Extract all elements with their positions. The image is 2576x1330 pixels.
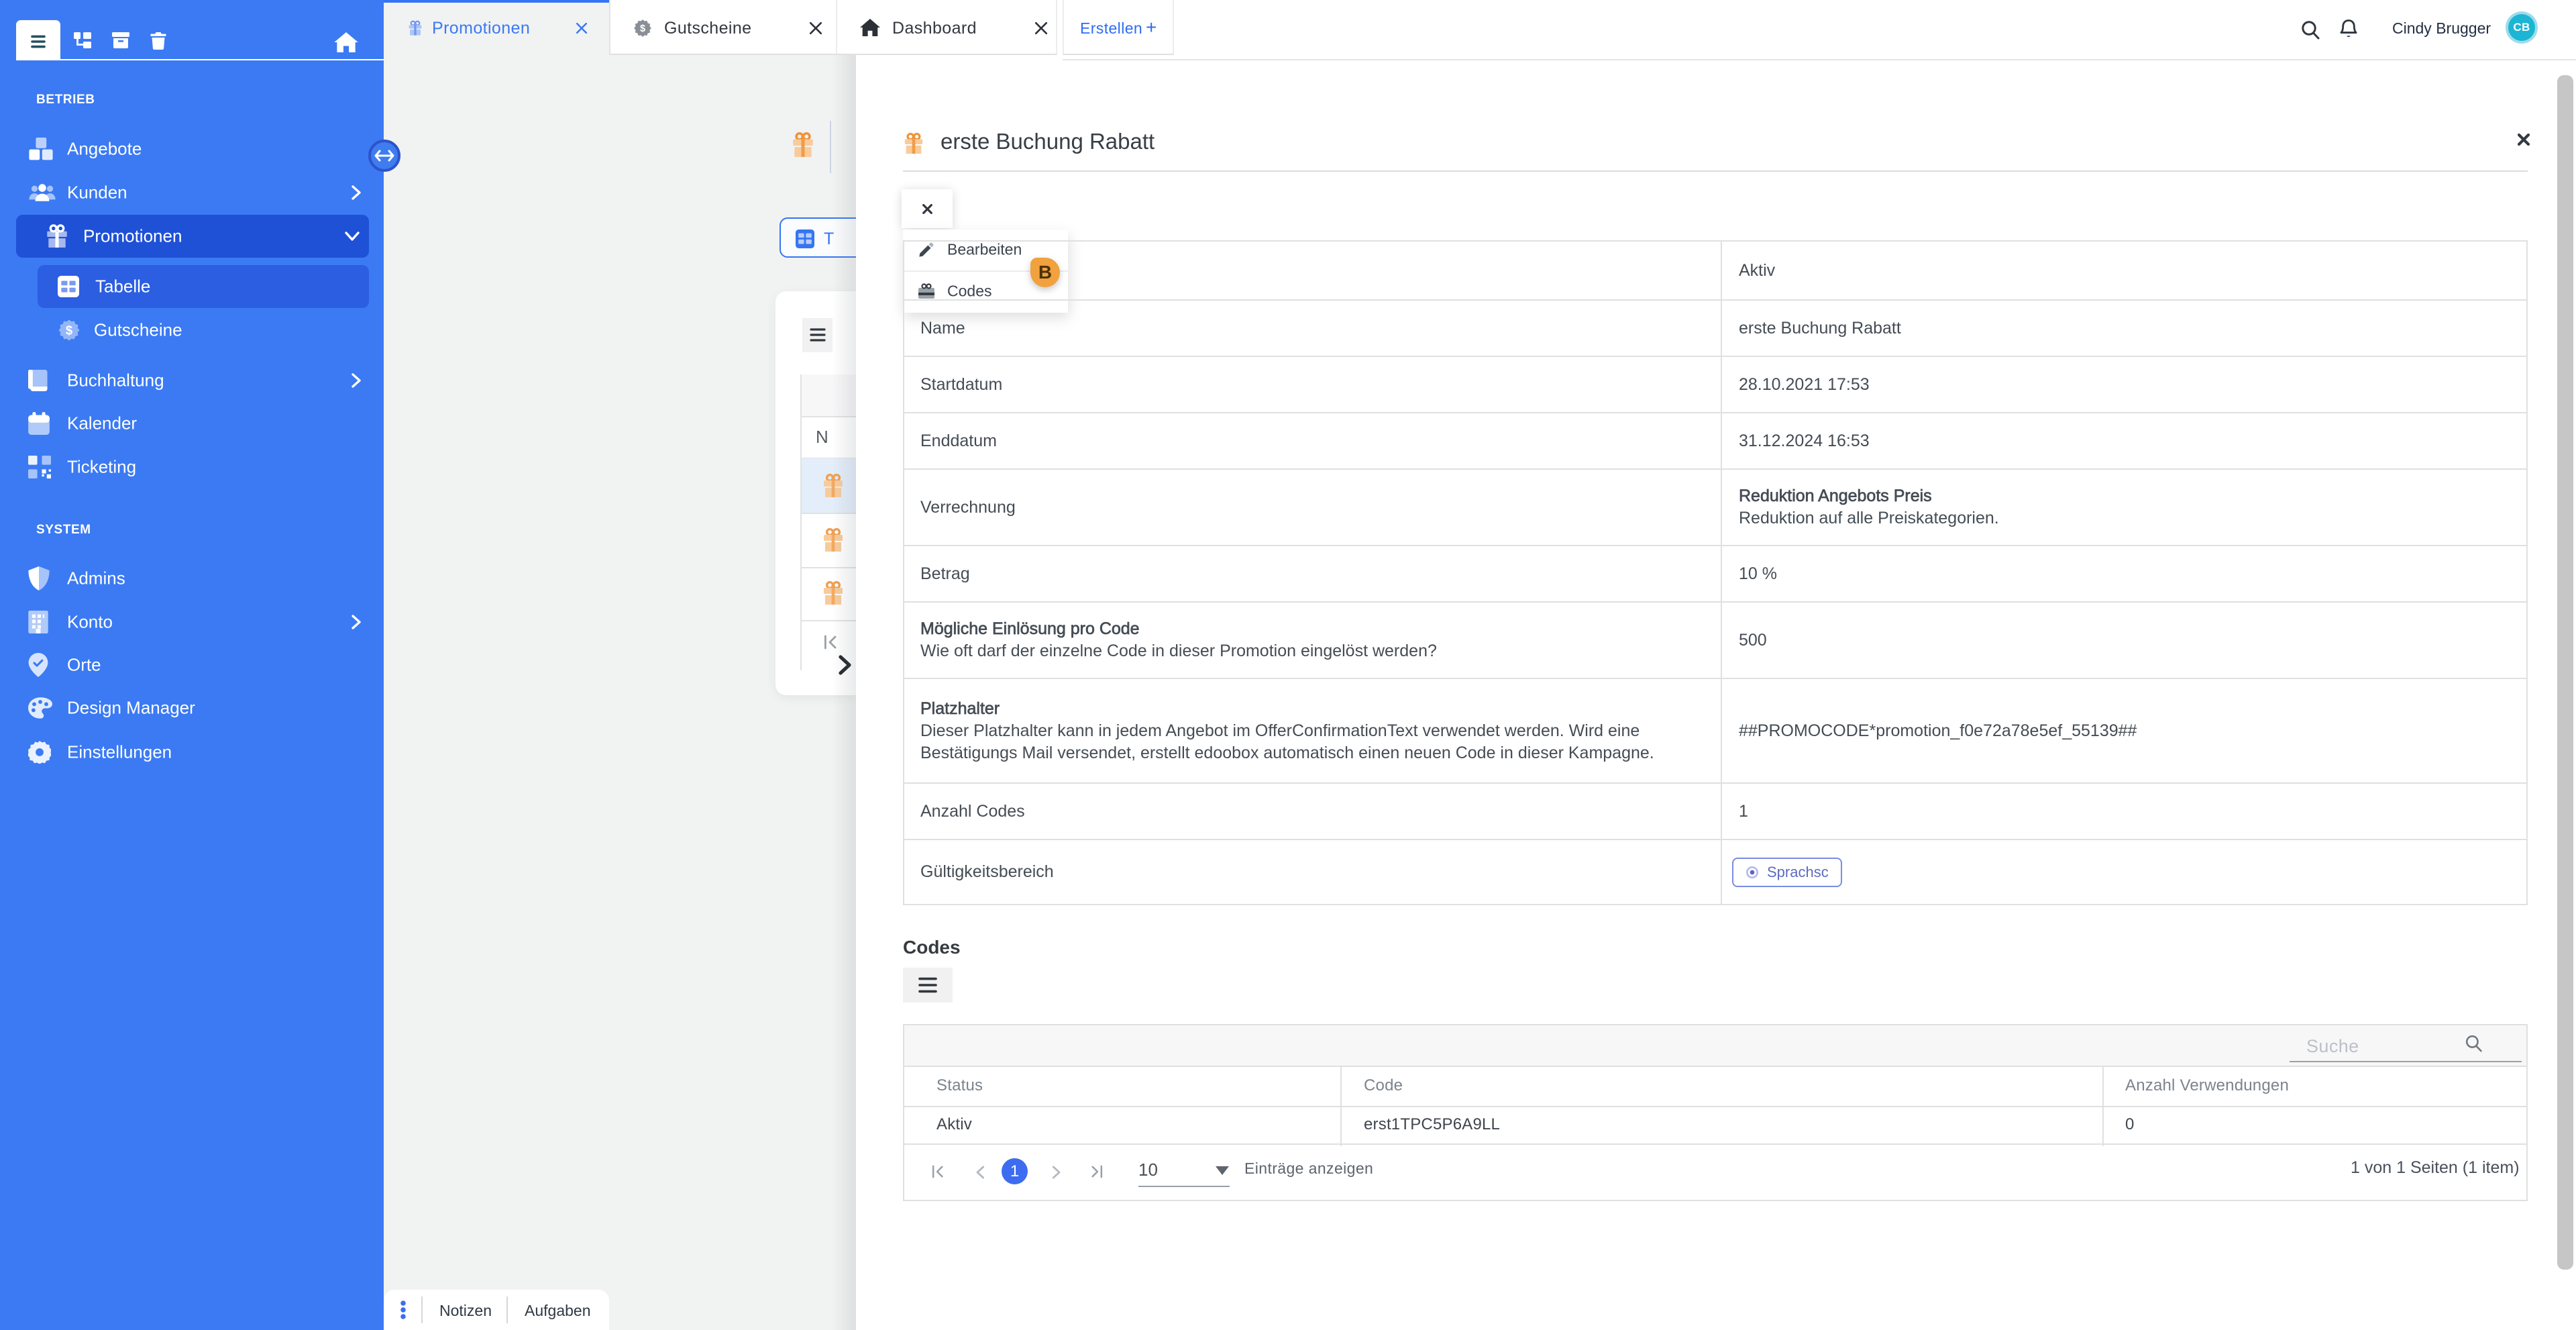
svg-text:$: $	[640, 23, 645, 34]
svg-text:$: $	[66, 323, 72, 338]
